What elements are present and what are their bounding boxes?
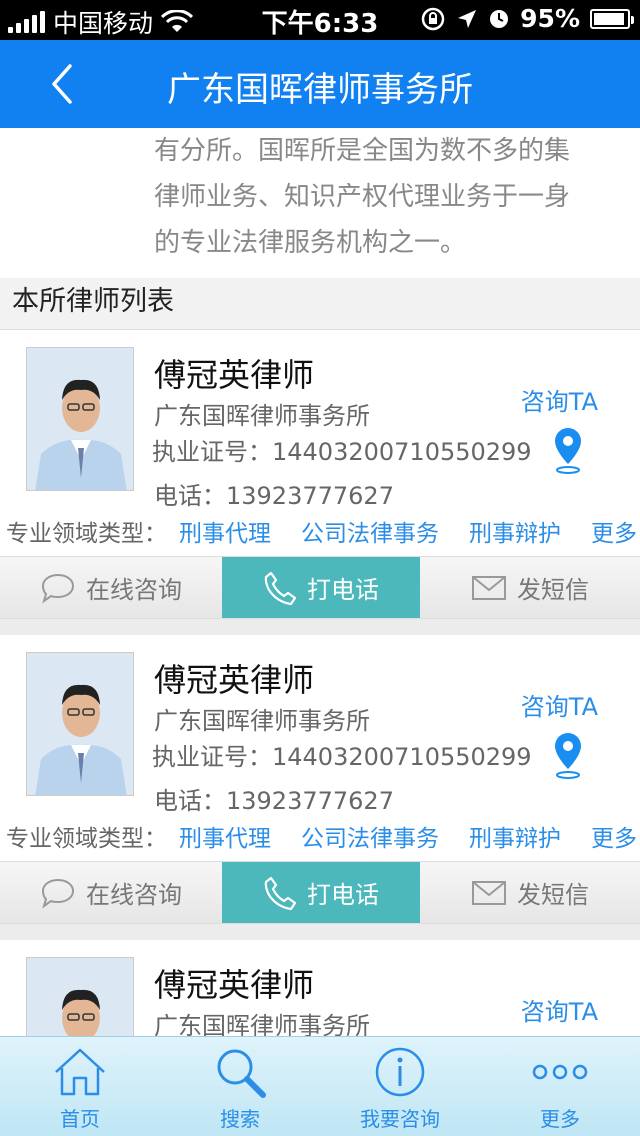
tab-more[interactable]: 更多 bbox=[480, 1037, 640, 1136]
practice-tag[interactable]: 刑事辩护 bbox=[469, 514, 561, 548]
tab-consult-label: 我要咨询 bbox=[360, 1107, 440, 1131]
chat-bubble-icon bbox=[41, 878, 75, 908]
tab-home[interactable]: 首页 bbox=[0, 1037, 160, 1136]
rotation-lock-icon bbox=[421, 7, 445, 30]
battery-icon bbox=[590, 8, 634, 29]
tab-home-label: 首页 bbox=[60, 1107, 100, 1131]
send-sms-label: 发短信 bbox=[517, 576, 589, 604]
location-pin-icon[interactable] bbox=[552, 426, 584, 474]
lawyer-card[interactable]: 傅冠英律师 广东国晖律师事务所 咨询TA bbox=[0, 940, 640, 1036]
more-tags-link[interactable]: 更多 bbox=[591, 514, 637, 548]
more-dots-icon bbox=[532, 1064, 588, 1080]
practice-tag[interactable]: 公司法律事务 bbox=[301, 819, 439, 853]
phone-icon bbox=[264, 571, 297, 605]
call-button[interactable]: 打电话 bbox=[222, 862, 420, 923]
online-consult-button[interactable]: 在线咨询 bbox=[0, 557, 222, 618]
practice-tag[interactable]: 刑事代理 bbox=[179, 819, 271, 853]
send-sms-button[interactable]: 发短信 bbox=[420, 862, 640, 923]
practice-areas: 专业领域类型： 刑事代理 公司法律事务 刑事辩护 更多 bbox=[0, 506, 640, 556]
status-bar: 中国移动 下午6:33 95% bbox=[0, 0, 640, 40]
lawyer-license: 执业证号：14403200710550299 bbox=[152, 438, 532, 466]
bottom-tab-bar: 首页 搜索 我要咨询 更多 bbox=[0, 1036, 640, 1136]
consult-ta-link[interactable]: 咨询TA bbox=[521, 992, 598, 1027]
send-sms-button[interactable]: 发短信 bbox=[420, 557, 640, 618]
lawyer-photo bbox=[26, 347, 134, 491]
search-icon bbox=[217, 1049, 266, 1098]
home-icon bbox=[55, 1048, 105, 1096]
tab-more-label: 更多 bbox=[540, 1107, 580, 1131]
practice-tag[interactable]: 刑事辩护 bbox=[469, 819, 561, 853]
tab-consult[interactable]: 我要咨询 bbox=[320, 1037, 480, 1136]
consult-ta-link[interactable]: 咨询TA bbox=[521, 687, 598, 722]
envelope-icon bbox=[472, 575, 506, 600]
intro-line: 有分所。国晖所是全国为数不多的集 bbox=[154, 136, 571, 166]
lawyer-firm: 广东国晖律师事务所 bbox=[154, 1012, 370, 1036]
alarm-clock-icon bbox=[490, 9, 509, 28]
envelope-icon bbox=[472, 880, 506, 905]
lawyer-firm: 广东国晖律师事务所 bbox=[154, 402, 370, 430]
lawyer-card[interactable]: 傅冠英律师 广东国晖律师事务所 执业证号：14403200710550299 电… bbox=[0, 635, 640, 924]
firm-intro: 有分所。国晖所是全国为数不多的集 律师业务、知识产权代理业务于一身 的专业法律服… bbox=[0, 128, 640, 278]
tab-search-label: 搜索 bbox=[220, 1107, 260, 1131]
lawyer-license: 执业证号：14403200710550299 bbox=[152, 743, 532, 771]
lawyer-phone: 电话：13923777627 bbox=[154, 787, 394, 815]
battery-fill bbox=[594, 12, 625, 25]
lawyer-photo bbox=[26, 652, 134, 796]
page-title: 广东国晖律师事务所 bbox=[167, 70, 473, 110]
practice-tag[interactable]: 刑事代理 bbox=[179, 514, 271, 548]
battery-percent: 95% bbox=[520, 4, 580, 33]
lawyer-phone: 电话：13923777627 bbox=[154, 482, 394, 510]
online-consult-label: 在线咨询 bbox=[86, 881, 182, 909]
lawyer-name[interactable]: 傅冠英律师 bbox=[154, 350, 314, 396]
info-icon bbox=[375, 1047, 425, 1097]
send-sms-label: 发短信 bbox=[517, 881, 589, 909]
lawyer-firm: 广东国晖律师事务所 bbox=[154, 707, 370, 735]
practice-areas-label: 专业领域类型： bbox=[6, 826, 167, 852]
call-label: 打电话 bbox=[307, 881, 379, 909]
chat-bubble-icon bbox=[41, 573, 75, 603]
tab-search[interactable]: 搜索 bbox=[160, 1037, 320, 1136]
lawyer-actions: 在线咨询 打电话 发短信 bbox=[0, 556, 640, 618]
call-button[interactable]: 打电话 bbox=[222, 557, 420, 618]
consult-ta-link[interactable]: 咨询TA bbox=[521, 382, 598, 417]
practice-areas-label: 专业领域类型： bbox=[6, 521, 167, 547]
call-label: 打电话 bbox=[307, 576, 379, 604]
intro-line: 的专业法律服务机构之一。 bbox=[154, 228, 467, 258]
lawyer-card[interactable]: 傅冠英律师 广东国晖律师事务所 执业证号：14403200710550299 电… bbox=[0, 330, 640, 619]
lawyer-list-header: 本所律师列表 bbox=[0, 278, 640, 330]
scroll-content[interactable]: 有分所。国晖所是全国为数不多的集 律师业务、知识产权代理业务于一身 的专业法律服… bbox=[0, 128, 640, 1036]
phone-icon bbox=[264, 876, 297, 910]
intro-line: 律师业务、知识产权代理业务于一身 bbox=[154, 182, 571, 212]
lawyer-name[interactable]: 傅冠英律师 bbox=[154, 960, 314, 1006]
lawyer-name[interactable]: 傅冠英律师 bbox=[154, 655, 314, 701]
location-pin-icon[interactable] bbox=[552, 731, 584, 779]
lawyer-actions: 在线咨询 打电话 发短信 bbox=[0, 861, 640, 923]
lawyer-photo bbox=[26, 957, 134, 1036]
location-arrow-icon bbox=[458, 9, 477, 28]
online-consult-label: 在线咨询 bbox=[86, 576, 182, 604]
practice-tag[interactable]: 公司法律事务 bbox=[301, 514, 439, 548]
navigation-bar: 广东国晖律师事务所 bbox=[0, 40, 640, 128]
online-consult-button[interactable]: 在线咨询 bbox=[0, 862, 222, 923]
practice-areas: 专业领域类型： 刑事代理 公司法律事务 刑事辩护 更多 bbox=[0, 811, 640, 861]
more-tags-link[interactable]: 更多 bbox=[591, 819, 637, 853]
